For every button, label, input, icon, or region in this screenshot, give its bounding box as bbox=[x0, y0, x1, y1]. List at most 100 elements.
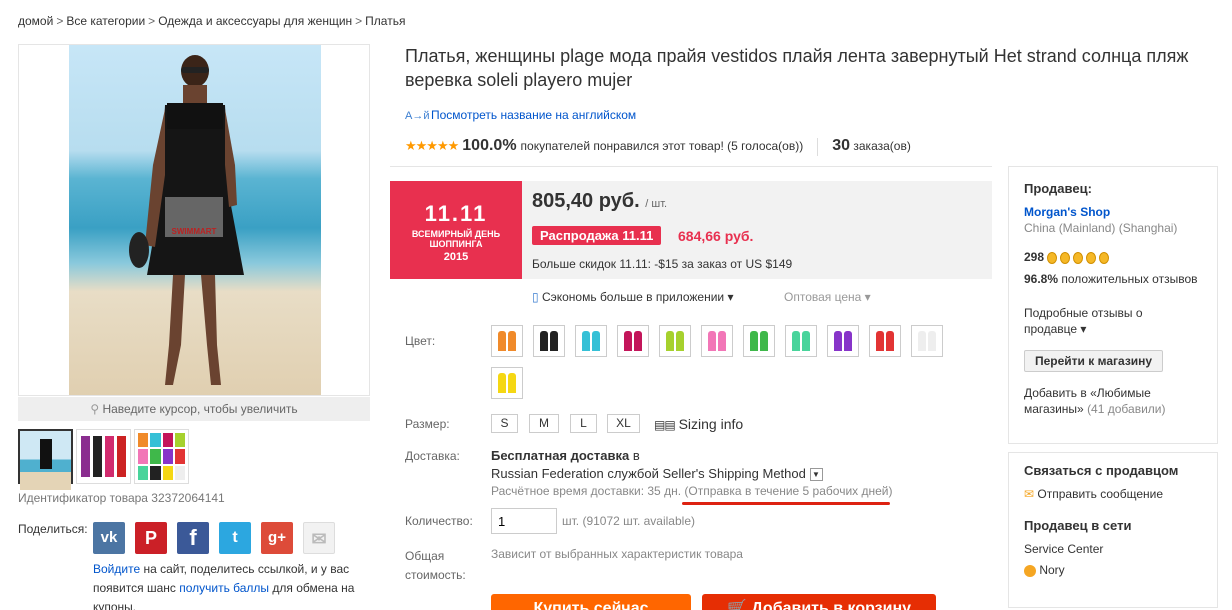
color-swatch[interactable] bbox=[575, 325, 607, 357]
sizing-info-link[interactable]: ▤▤ Sizing info bbox=[654, 416, 743, 432]
wholesale-dropdown[interactable]: Оптовая цена ▾ bbox=[784, 290, 871, 304]
send-message-text: Отправить сообщение bbox=[1037, 487, 1164, 501]
color-swatch[interactable] bbox=[491, 367, 523, 399]
color-swatch[interactable] bbox=[785, 325, 817, 357]
watermark-logo: SWIMMART bbox=[165, 197, 223, 237]
product-id: Идентификатор товара 32372064141 bbox=[18, 491, 225, 505]
app-savings-label: Сэкономь больше в приложении ▾ bbox=[541, 290, 734, 304]
buy-now-button[interactable]: Купить сейчас bbox=[491, 594, 691, 610]
breadcrumb-women-clothing[interactable]: Одежда и аксессуары для женщин bbox=[158, 14, 352, 28]
quantity-input[interactable] bbox=[491, 508, 557, 534]
breadcrumb-sep: > bbox=[148, 14, 156, 28]
magnifier-icon: ⚲ bbox=[90, 402, 100, 416]
color-swatch[interactable] bbox=[701, 325, 733, 357]
detailed-feedback-dropdown[interactable]: Подробные отзывы о продавце ▾ bbox=[1024, 305, 1184, 337]
size-l[interactable]: L bbox=[570, 414, 597, 433]
english-title-link[interactable]: Посмотреть название на английском bbox=[431, 108, 636, 122]
shop-link[interactable]: Morgan's Shop bbox=[1024, 205, 1110, 219]
color-swatch[interactable] bbox=[659, 325, 691, 357]
zoom-hint: ⚲ Наведите курсор, чтобы увеличить bbox=[18, 397, 370, 421]
add-to-favorites[interactable]: Добавить в «Любимые магазины» (41 добави… bbox=[1024, 385, 1204, 417]
quantity-label: Количество: bbox=[405, 514, 473, 528]
rating-text[interactable]: покупателей понравился этот товар! (5 го… bbox=[521, 139, 804, 153]
total-text: Зависит от выбранных характеристик товар… bbox=[491, 547, 743, 561]
size-s[interactable]: S bbox=[491, 414, 518, 433]
chevron-down-icon[interactable]: ▼ bbox=[809, 468, 823, 482]
send-message-link[interactable]: ✉ Отправить сообщение bbox=[1024, 487, 1163, 501]
thumbnail-1[interactable] bbox=[18, 429, 73, 490]
sale-badge: Распродажа 11.11 bbox=[532, 226, 662, 245]
positive-feedback: 96.8% положительных отзывов bbox=[1024, 271, 1204, 287]
thumbnail-2[interactable] bbox=[76, 429, 131, 484]
online-status-icon bbox=[1024, 564, 1036, 577]
vk-icon[interactable]: vk bbox=[93, 522, 125, 554]
contact-heading: Связаться с продавцом bbox=[1024, 463, 1179, 478]
promo-line2: ВСЕМИРНЫЙ ДЕНЬ bbox=[411, 229, 501, 239]
facebook-icon[interactable]: f bbox=[177, 522, 209, 554]
share-label: Поделиться: bbox=[18, 522, 88, 536]
beach-photo: SWIMMART bbox=[69, 45, 321, 395]
thumbnail-3[interactable] bbox=[134, 429, 189, 484]
rating-stars-icon: ★★★★★ bbox=[405, 138, 459, 153]
color-swatch[interactable] bbox=[911, 325, 943, 357]
size-m[interactable]: M bbox=[529, 414, 559, 433]
total-label: Общая стоимость: bbox=[405, 547, 466, 585]
promo-year: 2015 bbox=[443, 251, 469, 263]
sizing-info-text: Sizing info bbox=[678, 416, 744, 432]
price: 805,40 руб. / шт. bbox=[532, 190, 667, 213]
quantity-available: шт. (91072 шт. available) bbox=[562, 514, 695, 528]
delivery-estimate: Расчётное время доставки: 35 дн. bbox=[491, 484, 682, 498]
dispatch-time: (Отправка в течение 5 рабочих дней) bbox=[684, 484, 893, 498]
agent-row[interactable]: Nory bbox=[1024, 563, 1065, 577]
rating-percent: 100.0% bbox=[462, 137, 517, 154]
color-swatch[interactable] bbox=[617, 325, 649, 357]
color-swatch[interactable] bbox=[827, 325, 859, 357]
breadcrumb-sep: > bbox=[56, 14, 64, 28]
pinterest-icon[interactable]: P bbox=[135, 522, 167, 554]
color-label: Цвет: bbox=[405, 334, 436, 348]
color-swatch[interactable] bbox=[869, 325, 901, 357]
main-product-image[interactable]: SWIMMART bbox=[18, 44, 370, 396]
zoom-hint-text: Наведите курсор, чтобы увеличить bbox=[102, 402, 298, 416]
get-points-link[interactable]: получить баллы bbox=[179, 581, 269, 595]
service-center: Service Center bbox=[1024, 542, 1104, 556]
discount-info: Больше скидок 11.11: -$15 за заказ от US… bbox=[532, 257, 793, 271]
orders-label: заказа(ов) bbox=[853, 139, 911, 153]
delivery-time: Расчётное время доставки: 35 дн. (Отправ… bbox=[491, 484, 892, 498]
twitter-icon[interactable]: t bbox=[219, 522, 251, 554]
promo-line3: ШОППИНГА bbox=[429, 239, 483, 249]
product-title: Платья, женщины plage мода прайя vestido… bbox=[405, 46, 1189, 90]
size-xl[interactable]: XL bbox=[607, 414, 640, 433]
breadcrumb-all-categories[interactable]: Все категории bbox=[66, 14, 145, 28]
breadcrumb-dresses[interactable]: Платья bbox=[365, 14, 405, 28]
color-swatch[interactable] bbox=[491, 325, 523, 357]
price-unit: / шт. bbox=[645, 198, 668, 210]
visit-store-button[interactable]: Перейти к магазину bbox=[1024, 350, 1164, 372]
red-underline-annotation bbox=[682, 502, 890, 505]
add-to-cart-button[interactable]: 🛒 Добавить в корзину bbox=[702, 594, 936, 610]
phone-icon: ▯ bbox=[532, 290, 539, 304]
email-icon[interactable]: ✉ bbox=[303, 522, 335, 554]
total-label-1: Общая bbox=[405, 549, 445, 563]
divider bbox=[817, 137, 819, 156]
app-savings-dropdown[interactable]: ▯ Сэкономь больше в приложении ▾ bbox=[532, 290, 733, 304]
color-swatch[interactable] bbox=[533, 325, 565, 357]
color-swatch[interactable] bbox=[743, 325, 775, 357]
english-title-link-row[interactable]: A→й Посмотреть название на английском bbox=[405, 108, 636, 122]
price-value: 805,40 руб. bbox=[532, 190, 640, 212]
ship-in: в bbox=[632, 448, 640, 463]
rating-row: ★★★★★ 100.0% покупателей понравился этот т… bbox=[405, 137, 911, 156]
breadcrumb-home[interactable]: домой bbox=[18, 14, 53, 28]
login-link[interactable]: Войдите bbox=[93, 562, 140, 576]
translate-icon: A→й bbox=[405, 110, 430, 122]
agent-name: Nory bbox=[1039, 563, 1065, 577]
total-label-2: стоимость: bbox=[405, 568, 466, 582]
seller-score: 298 bbox=[1024, 250, 1112, 264]
positive-text: положительных отзывов bbox=[1061, 272, 1198, 286]
shipping-method-text: Russian Federation службой Seller's Ship… bbox=[491, 466, 806, 481]
positive-pct: 96.8% bbox=[1024, 272, 1059, 286]
shipping-method[interactable]: Russian Federation службой Seller's Ship… bbox=[491, 466, 823, 482]
size-label: Размер: bbox=[405, 417, 450, 431]
googleplus-icon[interactable]: g+ bbox=[261, 522, 293, 554]
contact-panel: Связаться с продавцом ✉ Отправить сообще… bbox=[1008, 452, 1218, 608]
